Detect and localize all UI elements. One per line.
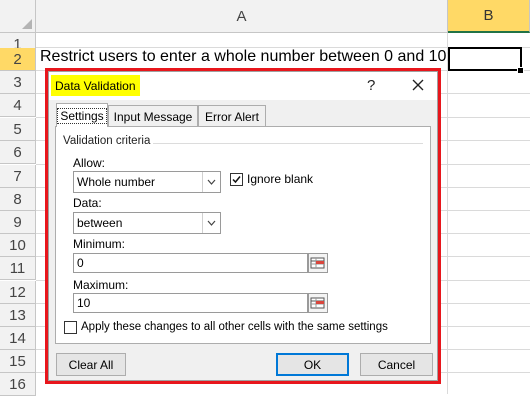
data-label: Data: <box>73 196 102 210</box>
maximum-label: Maximum: <box>73 278 129 292</box>
row-header[interactable]: 6 <box>0 141 36 164</box>
fill-handle[interactable] <box>517 67 524 74</box>
ignore-blank-label: Ignore blank <box>247 172 314 186</box>
data-validation-dialog: Data Validation ? Settings Input Message… <box>48 71 438 381</box>
allow-dropdown-value: Whole number <box>77 175 156 189</box>
clear-all-button[interactable]: Clear All <box>56 353 126 376</box>
ignore-blank-checkbox[interactable] <box>230 173 243 186</box>
row-header[interactable]: 10 <box>0 234 36 257</box>
apply-to-all-checkbox[interactable] <box>64 321 77 334</box>
row-header[interactable]: 16 <box>0 373 36 396</box>
row-header[interactable]: 5 <box>0 118 36 141</box>
row-header[interactable]: 11 <box>0 257 36 280</box>
row-header[interactable]: 12 <box>0 281 36 304</box>
range-selector-icon <box>310 257 325 269</box>
tab-settings[interactable]: Settings <box>56 103 108 127</box>
row-header[interactable]: 2 <box>0 48 36 71</box>
minimum-label: Minimum: <box>73 237 126 251</box>
allow-dropdown[interactable]: Whole number <box>73 171 221 193</box>
tab-error-alert[interactable]: Error Alert <box>198 105 266 127</box>
range-selector-icon <box>310 297 325 309</box>
allow-label: Allow: <box>73 156 106 170</box>
column-header-b[interactable]: B <box>448 0 530 33</box>
cell-b2-selected[interactable] <box>448 47 522 71</box>
group-divider <box>153 143 423 144</box>
tab-settings-label: Settings <box>57 107 107 124</box>
ok-button[interactable]: OK <box>276 353 349 376</box>
row-header[interactable]: 15 <box>0 350 36 373</box>
chevron-down-icon <box>202 213 220 233</box>
apply-to-all-label: Apply these changes to all other cells w… <box>81 321 388 333</box>
dialog-title: Data Validation <box>51 75 140 96</box>
row-header[interactable]: 14 <box>0 327 36 350</box>
maximum-value: 10 <box>77 296 91 310</box>
help-button[interactable]: ? <box>367 77 375 94</box>
range-selector-button[interactable] <box>308 253 328 273</box>
row-header[interactable]: 13 <box>0 304 36 327</box>
close-icon <box>412 79 424 91</box>
checkmark-icon <box>232 176 241 184</box>
data-dropdown[interactable]: between <box>73 212 221 234</box>
row-header[interactable]: 7 <box>0 165 36 188</box>
data-dropdown-value: between <box>77 216 123 230</box>
cell-a2[interactable]: Restrict users to enter a whole number b… <box>40 48 451 66</box>
dialog-titlebar[interactable]: Data Validation ? <box>49 72 437 100</box>
cancel-button[interactable]: Cancel <box>360 353 433 376</box>
validation-criteria-label: Validation criteria <box>63 135 151 147</box>
select-all-corner[interactable] <box>0 0 36 33</box>
range-selector-button[interactable] <box>308 293 328 313</box>
gridline <box>447 33 448 394</box>
minimum-value: 0 <box>77 256 84 270</box>
row-header[interactable]: 4 <box>0 94 36 117</box>
chevron-down-icon <box>202 172 220 192</box>
row-header[interactable]: 3 <box>0 71 36 94</box>
maximum-input[interactable]: 10 <box>73 293 308 313</box>
column-header-a[interactable]: A <box>36 0 448 33</box>
close-button[interactable] <box>407 74 429 96</box>
minimum-input[interactable]: 0 <box>73 253 308 273</box>
row-header[interactable]: 8 <box>0 188 36 211</box>
row-header[interactable]: 9 <box>0 211 36 234</box>
tab-input-message[interactable]: Input Message <box>108 105 198 127</box>
